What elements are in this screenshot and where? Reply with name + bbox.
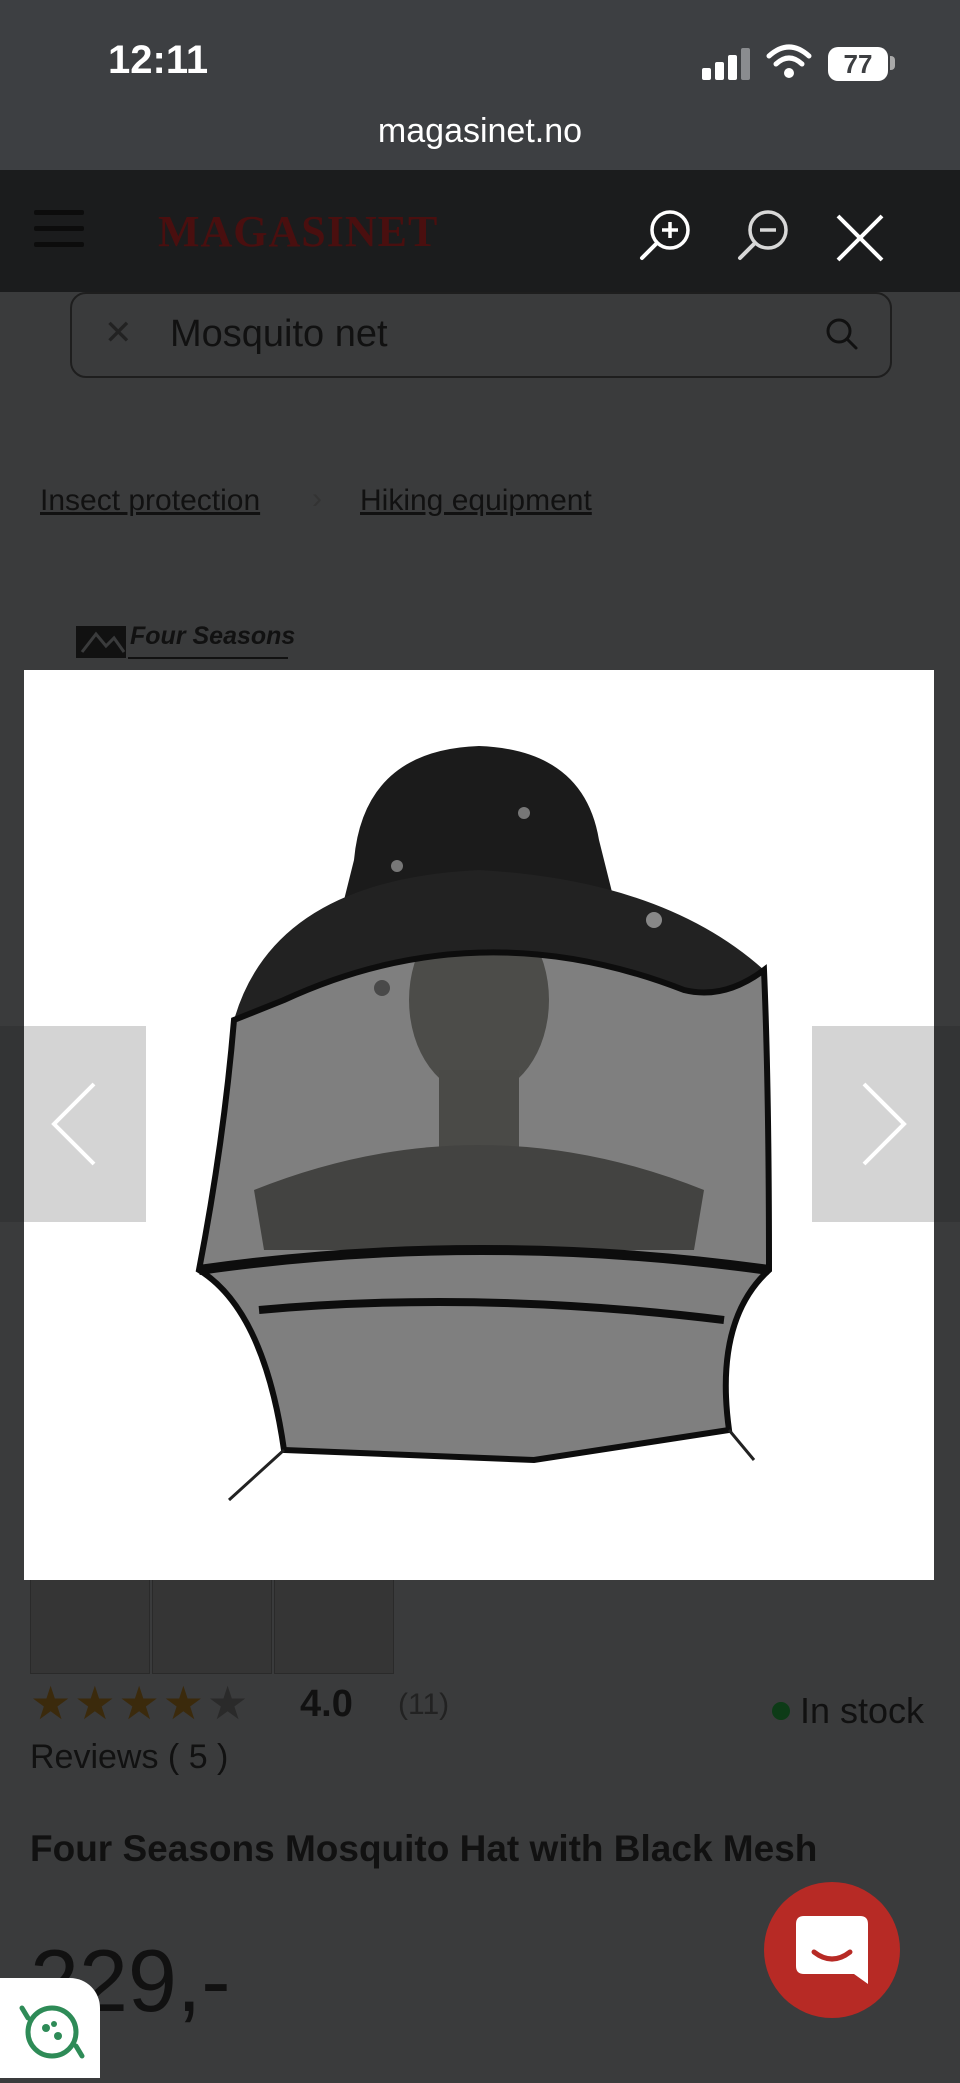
search-clear-icon[interactable]: ✕ [104,313,133,353]
product-thumbnail[interactable] [30,1578,150,1674]
battery-cap [890,56,895,70]
status-time: 12:11 [108,38,209,82]
wifi-icon [766,44,812,78]
zoom-in-icon[interactable] [638,206,694,262]
breadcrumb-separator: › [312,482,322,515]
search-value[interactable]: Mosquito net [170,313,388,356]
reviews-link[interactable]: Reviews ( 5 ) [30,1738,228,1777]
chevron-left-icon [51,1082,96,1166]
product-title: Four Seasons Mosquito Hat with Black Mes… [30,1828,818,1869]
lightbox-image-frame[interactable] [24,670,934,1580]
rating-stars: ★★★★★ [30,1676,251,1730]
product-thumbnail[interactable] [152,1578,272,1674]
lightbox-prev-button[interactable] [24,1026,146,1222]
close-icon[interactable] [832,210,888,266]
stock-indicator-icon [772,1702,790,1720]
site-logo[interactable]: MAGASINET [158,206,438,257]
signal-icon [702,48,750,80]
star-icon: ★ [207,1677,252,1729]
breadcrumb-insect-protection[interactable]: Insect protection [40,484,260,518]
breadcrumb-hiking-equipment[interactable]: Hiking equipment [360,484,592,518]
cookie-settings-button[interactable] [0,1978,100,2078]
chat-button[interactable] [764,1882,900,2018]
lightbox-next-button[interactable] [812,1026,934,1222]
brand-name: Four Seasons [130,622,296,650]
star-icon: ★ [118,1677,163,1729]
rating-count[interactable]: (11) [398,1688,449,1722]
rating-value: 4.0 [300,1683,353,1725]
stock-status: In stock [800,1690,925,1731]
product-thumbnail[interactable] [274,1578,394,1674]
product-image [195,746,773,1502]
chat-icon [796,1916,868,1984]
url-bar[interactable]: magasinet.no [0,112,960,151]
hamburger-menu-icon[interactable] [34,210,84,250]
chevron-right-icon [862,1082,907,1166]
site-header [0,170,960,292]
battery-indicator: 77 [828,47,888,81]
star-icon: ★ [162,1677,207,1729]
search-icon[interactable] [824,316,860,352]
star-icon: ★ [30,1677,75,1729]
cookie-icon [19,2005,85,2059]
star-icon: ★ [74,1677,119,1729]
zoom-out-icon[interactable] [736,206,792,262]
